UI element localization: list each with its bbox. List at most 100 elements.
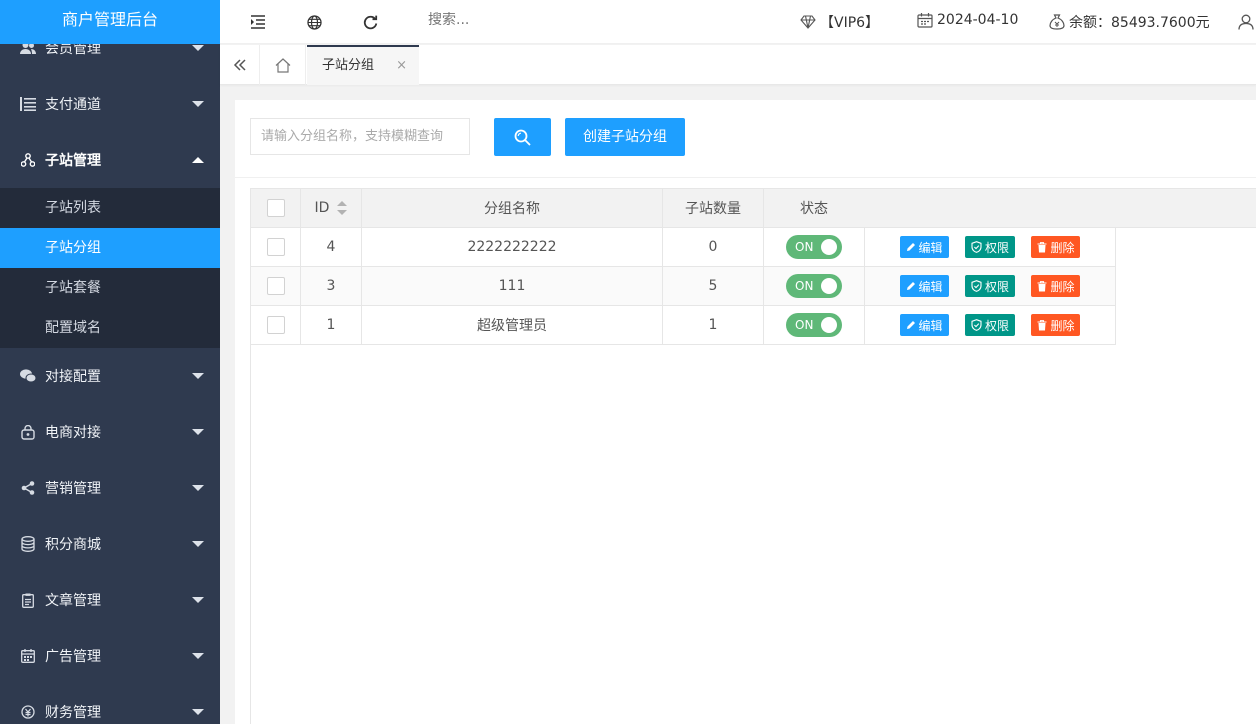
row-checkbox[interactable] bbox=[266, 316, 285, 334]
cell-id: 4 bbox=[300, 227, 362, 267]
sidebar-item-label: 电商对接 bbox=[45, 425, 101, 441]
trash-icon bbox=[1037, 319, 1047, 330]
row-select-cell bbox=[250, 305, 301, 345]
cell-actions: 编辑 权限 删除 bbox=[864, 227, 1116, 267]
cell-name: 111 bbox=[361, 266, 663, 306]
sidebar-item-articles[interactable]: 文章管理 bbox=[0, 572, 220, 628]
cell-status: ON bbox=[763, 305, 865, 345]
row-select-cell bbox=[250, 266, 301, 306]
globe-icon[interactable] bbox=[304, 12, 324, 32]
status-switch[interactable]: ON bbox=[786, 235, 842, 259]
pencil-icon bbox=[906, 321, 915, 329]
pencil-icon bbox=[906, 243, 915, 251]
chevron-down-icon bbox=[192, 429, 204, 435]
chevron-down-icon bbox=[192, 541, 204, 547]
cell-id: 3 bbox=[300, 266, 362, 306]
user-icon[interactable] bbox=[1236, 12, 1256, 32]
refresh-icon[interactable] bbox=[360, 12, 380, 32]
permission-button[interactable]: 权限 bbox=[964, 236, 1015, 258]
edit-button[interactable]: 编辑 bbox=[899, 275, 949, 297]
diamond-icon bbox=[800, 15, 816, 29]
col-id[interactable]: ID bbox=[300, 188, 362, 228]
delete-button[interactable]: 删除 bbox=[1031, 275, 1081, 297]
tab-scroll-left-button[interactable] bbox=[220, 45, 260, 85]
group-search-input[interactable] bbox=[250, 118, 470, 155]
current-date: 2024-04-10 bbox=[917, 12, 1018, 28]
col-name: 分组名称 bbox=[361, 188, 663, 228]
chevron-down-icon bbox=[192, 373, 204, 379]
app-title: 商户管理后台 bbox=[0, 0, 220, 44]
cell-count: 1 bbox=[662, 305, 764, 345]
table-row: 3 111 5 ON 编辑 权限 删除 bbox=[250, 266, 1116, 306]
shield-icon bbox=[971, 241, 982, 253]
chevron-up-icon bbox=[192, 157, 204, 163]
edit-button[interactable]: 编辑 bbox=[899, 236, 949, 258]
switch-knob bbox=[821, 278, 837, 294]
close-icon[interactable]: × bbox=[396, 47, 407, 84]
sidebar-item-marketing[interactable]: 营销管理 bbox=[0, 460, 220, 516]
sidebar-item-points-mall[interactable]: 积分商城 bbox=[0, 516, 220, 572]
chevron-down-icon bbox=[192, 709, 204, 715]
sidebar-item-ads[interactable]: 广告管理 bbox=[0, 628, 220, 684]
row-checkbox[interactable] bbox=[266, 277, 285, 295]
shield-icon bbox=[971, 319, 982, 331]
sidebar-item-label: 对接配置 bbox=[45, 369, 101, 385]
row-checkbox[interactable] bbox=[266, 238, 285, 256]
tab-home[interactable] bbox=[260, 45, 306, 85]
permission-button[interactable]: 权限 bbox=[964, 314, 1015, 336]
status-switch[interactable]: ON bbox=[786, 313, 842, 337]
row-select-cell bbox=[250, 227, 301, 267]
menu-fold-icon[interactable] bbox=[248, 12, 268, 32]
create-group-button[interactable]: 创建子站分组 bbox=[565, 118, 685, 156]
sidebar: 会员管理 支付通道 子站管理 子站列表 子站分组 子站套餐 配置域名 对接配置 … bbox=[0, 0, 220, 724]
sidebar-item-label: 积分商城 bbox=[45, 537, 101, 553]
select-all-cell bbox=[250, 188, 301, 228]
sitemap-icon bbox=[20, 152, 36, 168]
delete-button[interactable]: 删除 bbox=[1031, 314, 1081, 336]
select-all-checkbox[interactable] bbox=[266, 199, 285, 217]
trash-icon bbox=[1037, 241, 1047, 252]
sidebar-item-substation[interactable]: 子站管理 bbox=[0, 132, 220, 188]
permission-button[interactable]: 权限 bbox=[964, 275, 1015, 297]
table-row: 1 超级管理员 1 ON 编辑 权限 删除 bbox=[250, 305, 1116, 345]
status-switch[interactable]: ON bbox=[786, 274, 842, 298]
search-button[interactable] bbox=[494, 118, 551, 156]
tab-label: 子站分组 bbox=[322, 58, 375, 73]
clipboard-icon bbox=[20, 592, 36, 608]
sidebar-item-ecommerce[interactable]: 电商对接 bbox=[0, 404, 220, 460]
double-chevron-left-icon bbox=[233, 59, 246, 71]
col-count: 子站数量 bbox=[662, 188, 764, 228]
cell-actions: 编辑 权限 删除 bbox=[864, 266, 1116, 306]
sidebar-subitem-substation-package[interactable]: 子站套餐 bbox=[0, 268, 220, 308]
chevron-down-icon bbox=[192, 101, 204, 107]
delete-button[interactable]: 删除 bbox=[1031, 236, 1081, 258]
trash-icon bbox=[1037, 280, 1047, 291]
vip-level: 【VIP6】 bbox=[800, 12, 879, 32]
cell-actions: 编辑 权限 删除 bbox=[864, 305, 1116, 345]
cell-name: 超级管理员 bbox=[361, 305, 663, 345]
global-search-input[interactable] bbox=[428, 12, 568, 28]
sidebar-item-finance[interactable]: 财务管理 bbox=[0, 684, 220, 724]
edit-button[interactable]: 编辑 bbox=[899, 314, 949, 336]
cell-count: 5 bbox=[662, 266, 764, 306]
sidebar-subitem-substation-group[interactable]: 子站分组 bbox=[0, 228, 220, 268]
sidebar-item-label: 子站管理 bbox=[45, 153, 101, 169]
tab-substation-group[interactable]: 子站分组 × bbox=[307, 45, 419, 85]
list-icon bbox=[20, 96, 36, 112]
sidebar-subitem-substation-list[interactable]: 子站列表 bbox=[0, 188, 220, 228]
cell-id: 1 bbox=[300, 305, 362, 345]
sidebar-item-label: 文章管理 bbox=[45, 593, 101, 609]
sidebar-item-docking-config[interactable]: 对接配置 bbox=[0, 348, 220, 404]
sidebar-item-payment-channel[interactable]: 支付通道 bbox=[0, 76, 220, 132]
sort-icon[interactable] bbox=[337, 201, 348, 215]
calendar-icon bbox=[20, 648, 36, 664]
sidebar-item-label: 支付通道 bbox=[45, 97, 101, 113]
sidebar-subitem-domain-config[interactable]: 配置域名 bbox=[0, 308, 220, 348]
pencil-icon bbox=[906, 282, 915, 290]
chevron-down-icon bbox=[192, 653, 204, 659]
account-balance: 余额：85493.7600元 bbox=[1049, 12, 1210, 32]
home-icon bbox=[275, 57, 290, 73]
shield-icon bbox=[971, 280, 982, 292]
date-text: 2024-04-10 bbox=[937, 12, 1019, 28]
tab-bar: 子站分组 × bbox=[220, 45, 1256, 85]
